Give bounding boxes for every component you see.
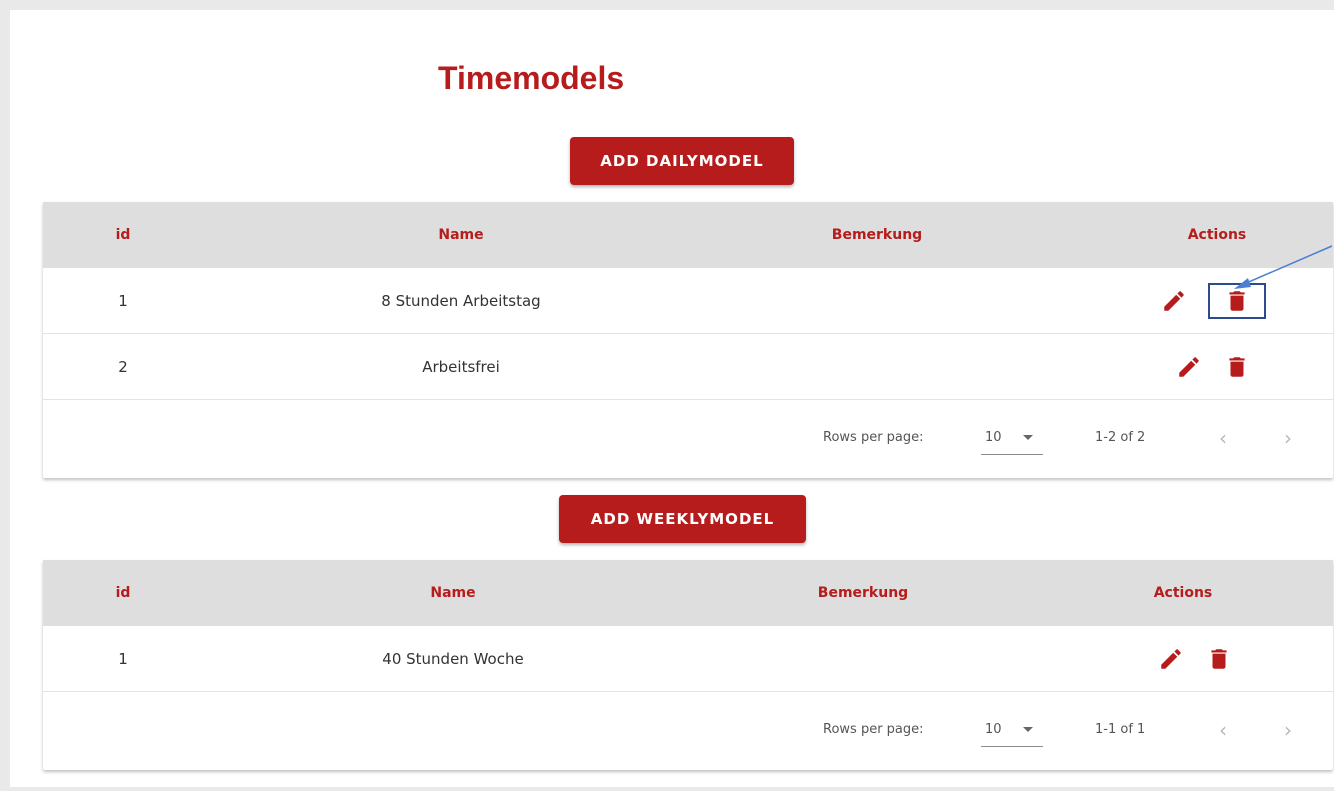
cell-actions xyxy=(1135,626,1255,691)
chevron-left-icon[interactable]: ‹ xyxy=(1208,422,1238,454)
rows-per-page-select[interactable]: 10 xyxy=(981,718,1043,747)
pencil-icon[interactable] xyxy=(1157,645,1185,673)
caret-down-icon xyxy=(1023,435,1033,440)
rows-per-page-label: Rows per page: xyxy=(823,430,924,445)
column-header-actions: Actions xyxy=(1153,585,1213,601)
pagination-range: 1-2 of 2 xyxy=(1095,430,1146,445)
cell-id: 1 xyxy=(118,291,128,310)
column-header-name[interactable]: Name xyxy=(353,560,553,626)
cell-id: 2 xyxy=(118,357,128,376)
table-header: id Name Bemerkung Actions xyxy=(43,560,1333,626)
table-row: 2 Arbeitsfrei xyxy=(43,334,1333,400)
caret-down-icon xyxy=(1023,727,1033,732)
chevron-left-icon[interactable]: ‹ xyxy=(1208,714,1238,746)
pencil-icon[interactable] xyxy=(1175,353,1203,381)
trash-icon[interactable] xyxy=(1223,353,1251,381)
column-header-id[interactable]: id xyxy=(103,202,143,268)
chevron-right-icon[interactable]: › xyxy=(1273,422,1303,454)
cell-id: 1 xyxy=(118,649,128,668)
page: Timemodels ADD DAILYMODEL id Name Bemerk… xyxy=(10,10,1334,787)
pencil-icon[interactable] xyxy=(1160,287,1188,315)
cell-bemerkung xyxy=(777,268,977,333)
table-row: 1 40 Stunden Woche xyxy=(43,626,1333,692)
column-header-bemerkung[interactable]: Bemerkung xyxy=(777,202,977,268)
table-pagination: Rows per page: 10 1-1 of 1 ‹ › xyxy=(43,692,1333,770)
table-pagination: Rows per page: 10 1-2 of 2 ‹ › xyxy=(43,400,1333,478)
trash-icon[interactable] xyxy=(1205,645,1233,673)
annotation-arrow xyxy=(1234,245,1333,289)
add-weeklymodel-button[interactable]: ADD WEEKLYMODEL xyxy=(559,495,806,543)
dailymodel-table: id Name Bemerkung Actions 1 8 Stunden Ar… xyxy=(43,202,1333,478)
cell-name: 8 Stunden Arbeitstag xyxy=(381,291,541,310)
chevron-right-icon[interactable]: › xyxy=(1273,714,1303,746)
pagination-range: 1-1 of 1 xyxy=(1095,722,1146,737)
table-header: id Name Bemerkung Actions xyxy=(43,202,1333,268)
table-row: 1 8 Stunden Arbeitstag xyxy=(43,268,1333,334)
column-header-id[interactable]: id xyxy=(103,560,143,626)
rows-per-page-value: 10 xyxy=(985,430,1002,445)
rows-per-page-select[interactable]: 10 xyxy=(981,426,1043,455)
cell-name: 40 Stunden Woche xyxy=(382,649,524,668)
cell-bemerkung xyxy=(777,334,977,399)
rows-per-page-label: Rows per page: xyxy=(823,722,924,737)
page-title: Timemodels xyxy=(438,60,625,96)
cell-name: Arbeitsfrei xyxy=(422,357,500,376)
column-header-bemerkung[interactable]: Bemerkung xyxy=(763,560,963,626)
rows-per-page-value: 10 xyxy=(985,722,1002,737)
weeklymodel-table: id Name Bemerkung Actions 1 40 Stunden W… xyxy=(43,560,1333,770)
cell-actions xyxy=(1153,334,1273,399)
column-header-name[interactable]: Name xyxy=(361,202,561,268)
add-dailymodel-button[interactable]: ADD DAILYMODEL xyxy=(570,137,794,185)
cell-bemerkung xyxy=(763,626,963,691)
